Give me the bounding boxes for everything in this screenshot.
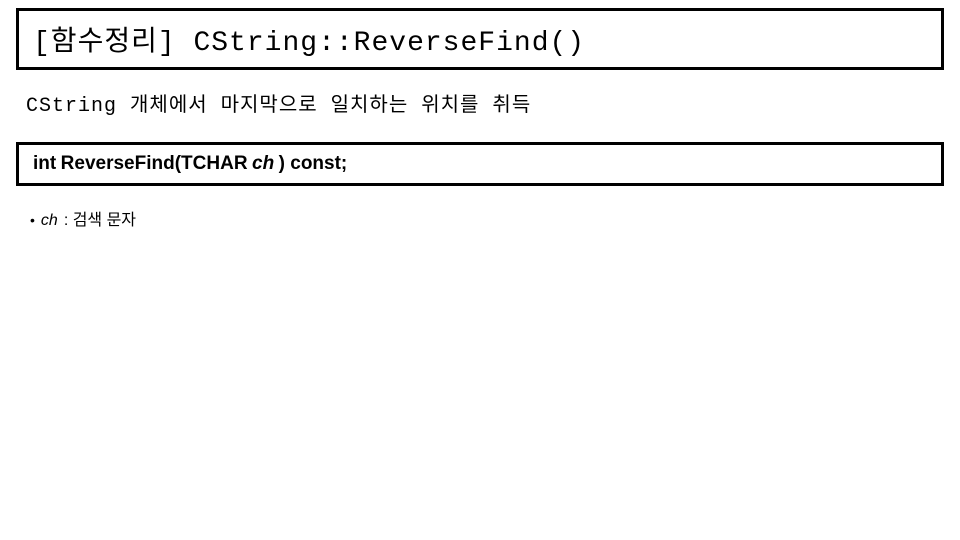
signature-tail: ) const;: [279, 153, 348, 174]
description-text: CString 개체에서 마지막으로 일치하는 위치를 취득: [26, 88, 934, 118]
param-name: ch: [41, 212, 58, 230]
page-title: [함수정리] CString::ReverseFind(): [33, 19, 927, 59]
function-name: ReverseFind(TCHAR: [61, 153, 248, 174]
bullet-icon: •: [30, 212, 35, 228]
title-box: [함수정리] CString::ReverseFind(): [16, 8, 944, 70]
param-name-sig: ch: [252, 153, 274, 174]
param-line: • ch : 검색 문자: [30, 206, 930, 230]
signature-box: int ReverseFind(TCHAR ch ) const;: [16, 142, 944, 186]
return-type: int: [33, 153, 56, 174]
param-description: : 검색 문자: [64, 206, 136, 230]
